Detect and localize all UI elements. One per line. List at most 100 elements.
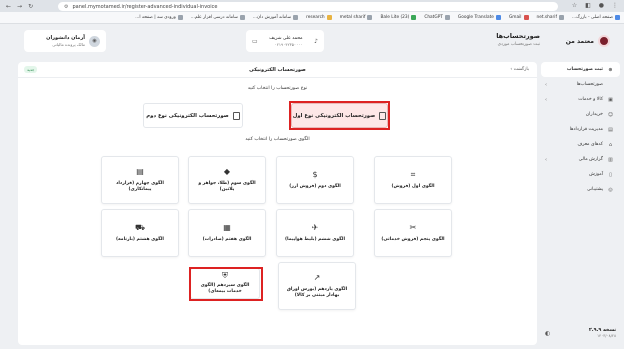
bookmark-item[interactable]: research <box>306 15 332 20</box>
truck-icon: ⛟ <box>134 222 146 232</box>
menu-icon[interactable]: ⋮ <box>612 2 618 9</box>
pattern-prompt: الگوی صورتحساب را انتخاب کنید <box>245 137 310 142</box>
pattern-card[interactable]: ◆ الگوی سوم (طلا، جواهر و پلاتین) <box>188 156 266 204</box>
folder-icon[interactable]: ▭ <box>252 38 258 45</box>
box-icon: ▣ <box>608 96 613 103</box>
sidebar-item[interactable]: ‹ کالا و خدمات ▣ <box>541 92 620 107</box>
pattern-label: الگوی دوم (فروش ارز) <box>289 183 341 189</box>
pattern-label: الگوی سوم (طلا، جواهر و پلاتین) <box>198 180 256 192</box>
page-title: صورتحساب‌ها <box>496 32 540 40</box>
sidebar-item-label: آموزش <box>589 172 603 177</box>
sidebar-item[interactable]: خریداران ☺ <box>541 107 620 122</box>
sidebar-item-label: کالا و خدمات <box>578 97 603 102</box>
url-bar[interactable]: ⚙ panel.mymotamed.ir/register-advanced-i… <box>58 2 558 11</box>
bookmark-label: ChatGPT <box>424 15 443 20</box>
extensions-icon[interactable]: ◧ <box>585 2 591 9</box>
bookmark-favicon-icon <box>444 15 450 20</box>
sidebar-item-label: خریداران <box>585 112 603 117</box>
bookmark-label: research <box>306 15 325 20</box>
pattern-card[interactable]: ⛟ الگوی هشتم (بارنامه) <box>101 209 179 257</box>
brand[interactable]: معتمد من <box>530 30 610 52</box>
sidebar-item-label: گزارش‌ مالی <box>578 157 603 162</box>
back-button[interactable]: ‹ بازگشت <box>510 67 529 72</box>
bookmark-favicon-icon <box>495 15 501 20</box>
bell-icon[interactable]: ♪ <box>314 38 318 45</box>
bookmark-label: سامانه درسی افزار علم... <box>190 15 238 20</box>
company-code: ۰۲۱۹۰۴۲۳۵۰۰۰۰ <box>274 41 303 47</box>
pattern-label: الگوی پنجم (فروش خدماتی) <box>381 236 445 242</box>
trend-icon: ↗ <box>313 272 321 282</box>
bookmark-label: صفحه اصلی - بازرگ... <box>572 15 613 20</box>
star-icon[interactable]: ☆ <box>572 2 577 9</box>
sidebar-item[interactable]: کدهای معرف ⌂ <box>541 137 620 152</box>
bookmark-item[interactable]: ChatGPT <box>424 15 450 20</box>
sidebar-item-label: کدهای معرف <box>577 142 603 147</box>
sidebar-item[interactable]: آموزش ▯ <box>541 167 620 182</box>
diamond-icon: ◆ <box>223 166 231 176</box>
package-icon: ▦ <box>223 222 231 232</box>
bookmark-favicon-icon <box>239 15 245 20</box>
pattern-card[interactable]: ▦ الگوی هفتم (صادرات) <box>188 209 266 257</box>
user-name: آرمان دانشوران <box>46 35 85 41</box>
back-arrow-icon[interactable]: ← <box>6 3 11 10</box>
highlight-frame <box>289 101 390 130</box>
type-2-label: صورتحساب الکترونیکی نوع دوم <box>146 112 229 119</box>
brand-logo <box>598 35 610 47</box>
pattern-card[interactable]: ✈ الگوی ششم (بلیط هواپیما) <box>276 209 354 257</box>
bookmark-label: Google Translate <box>457 15 494 20</box>
bookmark-item[interactable]: ورودی سه | صفحه ا... <box>135 15 183 20</box>
pattern-card[interactable]: ⌗ الگوی اول (فروش) <box>374 156 452 204</box>
pattern-label: الگوی یازدهم (بورس اوراق بهادار مبتنی بر… <box>286 286 348 298</box>
avatar: ◉ <box>89 35 100 47</box>
site-info-icon[interactable]: ⚙ <box>64 4 68 10</box>
sidebar-item[interactable]: مدیریت قراردادها ▤ <box>541 122 620 137</box>
bookmark-label: ورودی سه | صفحه ا... <box>135 15 176 20</box>
bookmark-item[interactable]: سامانه درسی افزار علم... <box>191 15 245 20</box>
profile-icon[interactable]: ● <box>599 2 604 9</box>
users-icon: ☺ <box>607 111 614 118</box>
pattern-card[interactable]: ✂ الگوی پنجم (فروش خدماتی) <box>374 209 452 257</box>
bookmark-item[interactable]: net.sharif <box>536 15 564 20</box>
pattern-card[interactable]: ▤ الگوی چهارم (قرارداد پیمانکاری) <box>101 156 179 204</box>
sidebar-item[interactable]: ثبت صورتحساب ⊕ <box>541 62 620 77</box>
bookmark-item[interactable]: Bale Lite (23) <box>380 15 417 20</box>
user-profile[interactable]: ◉ آرمان دانشوران مالک پرونده مالیاتی <box>24 30 106 52</box>
pattern-card[interactable]: $ الگوی دوم (فروش ارز) <box>276 156 354 204</box>
support-icon: ◎ <box>608 186 613 193</box>
bookmark-item[interactable]: Gmail <box>509 15 529 20</box>
sidebar-item-label: صورتحساب‌ها <box>576 82 603 87</box>
theme-toggle-icon[interactable]: ◐ <box>545 330 550 337</box>
pattern-card[interactable]: ↗ الگوی یازدهم (بورس اوراق بهادار مبتنی ب… <box>278 262 356 310</box>
company-selector[interactable]: ▭ محمد علی شریف ۰۲۱۹۰۴۲۳۵۰۰۰۰ ♪ <box>246 30 324 52</box>
sidebar-item[interactable]: ‹ صورتحساب‌ها <box>541 77 620 92</box>
bookmark-label: metal sharif <box>339 15 366 20</box>
forward-arrow-icon[interactable]: → <box>17 3 22 10</box>
sidebar-item[interactable]: پشتیبانی ◎ <box>541 182 620 197</box>
page-subtitle: ثبت صورتحساب موردی <box>497 42 540 47</box>
pattern-label: الگوی چهارم (قرارداد پیمانکاری) <box>116 180 164 192</box>
sidebar-item-label: مدیریت قراردادها <box>569 127 603 132</box>
chart-icon: ▥ <box>608 156 613 163</box>
sidebar-item-label: ثبت صورتحساب <box>566 67 603 72</box>
scan-icon: ⌗ <box>410 169 416 179</box>
pattern-label: الگوی هفتم (صادرات) <box>202 236 252 242</box>
chevron-left-icon[interactable]: ‹ <box>545 97 547 103</box>
brand-name: معتمد من <box>565 37 594 45</box>
bookmark-item[interactable]: سامانه آموزش دان... <box>253 15 299 20</box>
invoice-card: جدید صورتحساب الکترونیکی ‹ بازگشت نوع صو… <box>18 62 537 345</box>
sidebar: ثبت صورتحساب ⊕ ‹ صورتحساب‌ها ‹ کالا و خدمات ▣ خ… <box>541 62 620 345</box>
version-box: ◐ نسخه ۲.۹.۹ ۱۴۰۳/۰۸/۲۸ <box>541 324 620 342</box>
bookmark-favicon-icon <box>523 15 529 20</box>
sidebar-item[interactable]: ‹ گزارش‌ مالی ▥ <box>541 152 620 167</box>
chevron-left-icon[interactable]: ‹ <box>545 157 547 163</box>
chevron-left-icon[interactable]: ‹ <box>545 82 547 88</box>
bookmark-item[interactable]: metal sharif <box>340 15 373 20</box>
reload-icon[interactable]: ↻ <box>28 3 33 10</box>
plane-icon: ✈ <box>311 222 319 232</box>
bookmark-label: net.sharif <box>536 15 558 20</box>
bookmark-favicon-icon <box>367 15 373 20</box>
bookmark-item[interactable]: صفحه اصلی - بازرگ... <box>572 15 620 20</box>
bookmark-item[interactable]: Google Translate <box>458 15 501 20</box>
invoice-type-2-button[interactable]: صورتحساب الکترونیکی نوع دوم <box>143 103 243 128</box>
tag-icon: ⌂ <box>608 141 613 148</box>
